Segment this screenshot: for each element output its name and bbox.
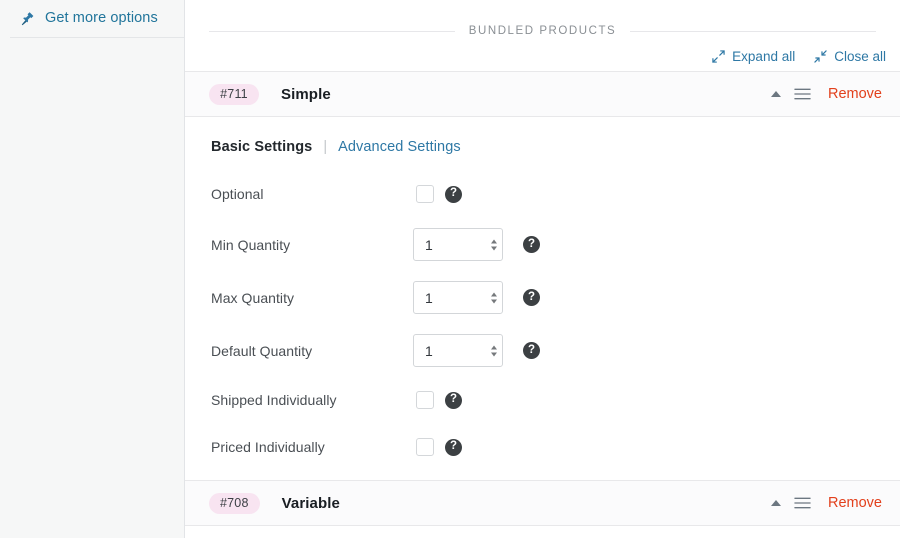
close-all-button[interactable]: Close all <box>814 50 886 64</box>
default-quantity-input[interactable] <box>413 334 503 367</box>
field-row-default-quantity: Default Quantity ? <box>209 334 876 367</box>
item-id-badge: #711 <box>209 83 259 105</box>
min-quantity-stepper[interactable] <box>413 228 503 261</box>
section-rule-left <box>209 30 455 32</box>
field-label-priced-individually: Priced Individually <box>211 439 325 455</box>
collapse-arrows-icon <box>814 50 827 63</box>
field-label-default-quantity: Default Quantity <box>211 342 313 359</box>
field-control-shipped-individually: ? <box>413 391 462 409</box>
drag-handle-button[interactable] <box>789 81 815 107</box>
field-row-max-quantity: Max Quantity ? <box>209 281 876 314</box>
field-row-optional: Optional ? <box>209 181 876 207</box>
max-quantity-input[interactable] <box>413 281 503 314</box>
tab-separator: | <box>323 139 328 155</box>
item-title: Simple <box>281 85 331 103</box>
help-icon-priced-individually[interactable]: ? <box>445 438 462 456</box>
caret-up-icon <box>771 500 781 506</box>
drag-handle-icon <box>793 496 811 510</box>
help-icon-default-quantity[interactable]: ? <box>523 342 540 359</box>
max-quantity-stepper[interactable] <box>413 281 503 314</box>
field-row-min-quantity: Min Quantity ? <box>209 228 876 261</box>
drag-handle-button[interactable] <box>789 490 815 516</box>
caret-up-icon <box>771 91 781 97</box>
settings-tabs: Basic Settings | Advanced Settings <box>211 139 876 155</box>
default-quantity-stepper[interactable] <box>413 334 503 367</box>
field-control-optional: ? <box>413 185 462 203</box>
field-row-priced-individually: Priced Individually ? <box>209 434 876 460</box>
bundled-item-header[interactable]: #711 Simple Remove <box>185 71 900 117</box>
field-label-shipped-individually: Shipped Individually <box>211 392 337 408</box>
close-all-label: Close all <box>834 48 886 64</box>
field-label-max-quantity: Max Quantity <box>211 289 295 306</box>
help-icon-shipped-individually[interactable]: ? <box>445 391 462 409</box>
field-control-priced-individually: ? <box>413 438 462 456</box>
field-row-shipped-individually: Shipped Individually ? <box>209 387 876 413</box>
item-title: Variable <box>281 494 340 512</box>
field-control-min-quantity: ? <box>413 228 540 261</box>
bundled-item-header[interactable]: #708 Variable Remove <box>185 480 900 526</box>
plug-icon <box>20 11 36 27</box>
main-content: BUNDLED PRODUCTS Expand all Close all #7… <box>185 0 900 538</box>
app-root: Get more options BUNDLED PRODUCTS Expand… <box>0 0 900 538</box>
sidebar-panel: Get more options <box>10 0 184 538</box>
item-id-badge: #708 <box>209 492 260 514</box>
section-title: BUNDLED PRODUCTS <box>468 25 617 37</box>
remove-button[interactable]: Remove <box>828 496 882 511</box>
optional-checkbox[interactable] <box>416 185 434 203</box>
drag-handle-icon <box>793 87 811 101</box>
bundled-item-body: Basic Settings | Advanced Settings Optio… <box>185 117 900 480</box>
expand-arrows-icon <box>712 50 725 63</box>
collapse-toggle-button[interactable] <box>763 490 789 516</box>
tab-basic-settings[interactable]: Basic Settings <box>211 139 312 155</box>
shipped-individually-checkbox[interactable] <box>416 391 434 409</box>
help-icon-min-quantity[interactable]: ? <box>523 236 540 253</box>
help-icon-optional[interactable]: ? <box>445 185 462 203</box>
min-quantity-input[interactable] <box>413 228 503 261</box>
field-control-default-quantity: ? <box>413 334 540 367</box>
priced-individually-checkbox[interactable] <box>416 438 434 456</box>
sidebar-item-label: Get more options <box>45 10 158 27</box>
tab-advanced-settings[interactable]: Advanced Settings <box>338 139 461 155</box>
help-icon-max-quantity[interactable]: ? <box>523 289 540 306</box>
field-label-min-quantity: Min Quantity <box>211 236 291 253</box>
section-header: BUNDLED PRODUCTS <box>185 0 900 42</box>
expand-all-label: Expand all <box>732 48 796 64</box>
field-control-max-quantity: ? <box>413 281 540 314</box>
field-label-optional: Optional <box>211 186 264 202</box>
collapse-toggle-button[interactable] <box>763 81 789 107</box>
sidebar: Get more options <box>0 0 185 538</box>
section-rule-right <box>630 30 877 32</box>
sidebar-item-get-more-options[interactable]: Get more options <box>10 0 184 38</box>
remove-button[interactable]: Remove <box>828 87 882 102</box>
expand-all-button[interactable]: Expand all <box>712 50 795 64</box>
bundle-toolbar: Expand all Close all <box>185 42 900 71</box>
